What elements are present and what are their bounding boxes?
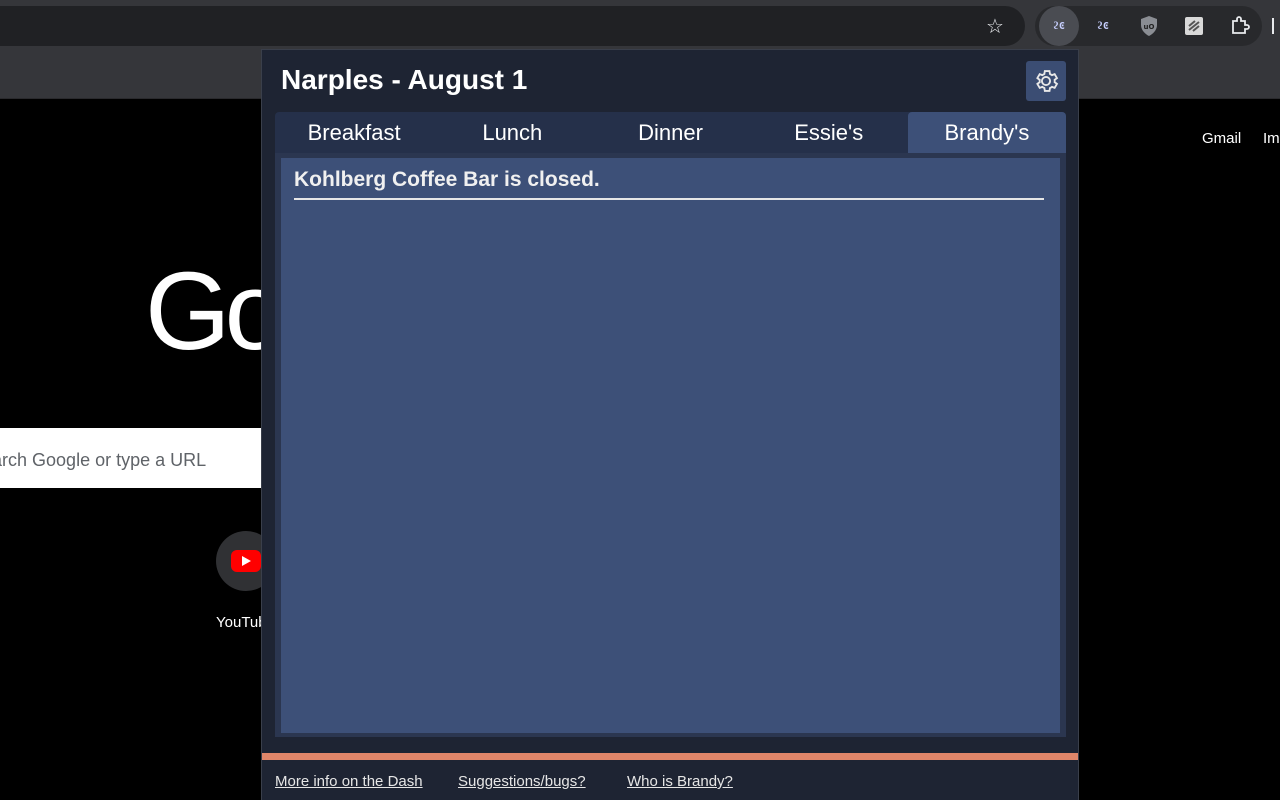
toolbar-divider bbox=[1272, 18, 1274, 34]
extension-popup: Narples - August 1 Breakfast Lunch Dinne… bbox=[261, 49, 1079, 800]
star-icon[interactable]: ☆ bbox=[983, 14, 1007, 38]
menu-content: Kohlberg Coffee Bar is closed. bbox=[281, 158, 1060, 733]
puzzle-icon[interactable] bbox=[1228, 14, 1252, 38]
status-message: Kohlberg Coffee Bar is closed. bbox=[294, 168, 600, 191]
narples-extension-icon[interactable]: ϩϾ bbox=[1047, 14, 1071, 38]
google-logo: Go bbox=[145, 250, 286, 373]
ublock-icon[interactable]: uO bbox=[1137, 14, 1161, 38]
browser-toolbar: ☆ ϩϾ ϩϾ uO bbox=[0, 0, 1280, 52]
youtube-icon bbox=[231, 550, 261, 572]
accent-bar bbox=[262, 753, 1078, 760]
more-info-link[interactable]: More info on the Dash bbox=[275, 773, 423, 790]
images-link[interactable]: Images bbox=[1263, 130, 1280, 147]
status-divider bbox=[294, 198, 1044, 200]
search-placeholder[interactable]: Search Google or type a URL bbox=[0, 450, 262, 471]
popup-footer: More info on the Dash Suggestions/bugs? … bbox=[262, 760, 1078, 800]
gmail-link[interactable]: Gmail bbox=[1202, 130, 1241, 147]
meal-tabs: Breakfast Lunch Dinner Essie's Brandy's bbox=[275, 112, 1067, 153]
settings-button[interactable] bbox=[1026, 61, 1066, 101]
bookmark-extension-icon[interactable] bbox=[1182, 14, 1206, 38]
search-placeholder-text: Search Google or type a URL bbox=[0, 450, 207, 470]
tab-dinner[interactable]: Dinner bbox=[591, 112, 749, 153]
who-is-brandy-link[interactable]: Who is Brandy? bbox=[627, 773, 733, 790]
tab-brandys[interactable]: Brandy's bbox=[907, 112, 1067, 153]
tab-lunch[interactable]: Lunch bbox=[433, 112, 591, 153]
youtube-shortcut-label: YouTube bbox=[216, 614, 262, 631]
suggestions-link[interactable]: Suggestions/bugs? bbox=[458, 773, 586, 790]
svg-text:uO: uO bbox=[1144, 23, 1155, 31]
tab-essies[interactable]: Essie's bbox=[750, 112, 908, 153]
menu-content-panel: Kohlberg Coffee Bar is closed. bbox=[275, 153, 1066, 737]
popup-header: Narples - August 1 bbox=[262, 50, 1078, 110]
gear-icon bbox=[1036, 70, 1059, 92]
tab-breakfast[interactable]: Breakfast bbox=[275, 112, 433, 153]
address-bar[interactable] bbox=[0, 6, 1025, 46]
popup-title: Narples - August 1 bbox=[281, 64, 528, 95]
narples-extension-icon-2[interactable]: ϩϾ bbox=[1091, 14, 1115, 38]
